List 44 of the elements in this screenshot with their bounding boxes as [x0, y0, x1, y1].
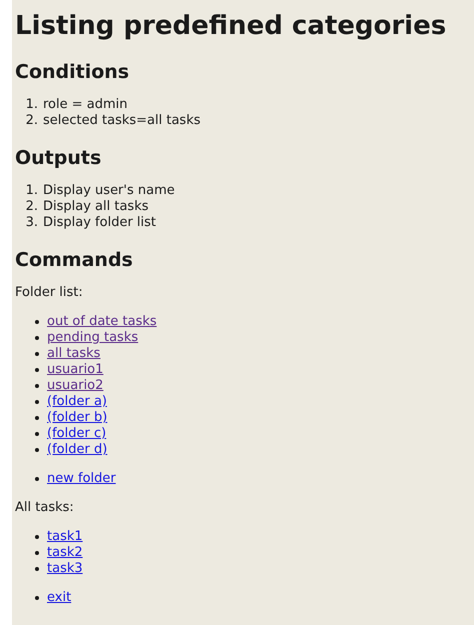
link[interactable]: (folder a) — [47, 394, 107, 410]
list-label: Folder list: — [15, 285, 84, 301]
bullet-icon — [35, 416, 39, 420]
bullet-icon — [35, 448, 39, 452]
link[interactable]: out of date tasks — [47, 314, 157, 330]
link[interactable]: pending tasks — [47, 330, 138, 346]
link[interactable]: (folder c) — [47, 426, 106, 442]
link[interactable]: (folder b) — [47, 410, 108, 426]
bullet-icon — [35, 336, 39, 340]
list-number: 3. — [24, 215, 39, 231]
link[interactable]: usuario1 — [47, 362, 104, 378]
bullet-icon — [35, 432, 39, 436]
list-number: 2. — [24, 113, 39, 129]
bullet-icon — [35, 551, 39, 555]
list-number: 1. — [24, 183, 39, 199]
link[interactable]: all tasks — [47, 346, 100, 362]
list-item-text: Display user's name — [43, 183, 175, 199]
link[interactable]: task2 — [47, 545, 83, 561]
bullet-icon — [35, 477, 39, 481]
list-item-text: Display all tasks — [43, 199, 149, 215]
bullet-icon — [35, 320, 39, 324]
list-item-text: selected tasks=all tasks — [43, 113, 200, 129]
list-number: 2. — [24, 199, 39, 215]
list-number: 1. — [24, 97, 39, 113]
link[interactable]: task1 — [47, 529, 83, 545]
list-item-text: Display folder list — [43, 215, 156, 231]
bullet-icon — [35, 596, 39, 600]
bullet-icon — [35, 535, 39, 539]
bullet-icon — [35, 400, 39, 404]
link[interactable]: new folder — [47, 471, 116, 487]
bullet-icon — [35, 567, 39, 571]
bullet-icon — [35, 368, 39, 372]
section-heading: Commands — [15, 248, 134, 272]
bullet-icon — [35, 352, 39, 356]
link[interactable]: exit — [47, 590, 72, 606]
section-heading: Outputs — [15, 146, 102, 170]
page-title: Listing predefined categories — [15, 10, 448, 43]
section-heading: Conditions — [15, 60, 130, 84]
list-item-text: role = admin — [43, 97, 128, 113]
link[interactable]: usuario2 — [47, 378, 104, 394]
link[interactable]: (folder d) — [47, 442, 108, 458]
link[interactable]: task3 — [47, 561, 83, 577]
bullet-icon — [35, 384, 39, 388]
list-label: All tasks: — [15, 500, 75, 516]
